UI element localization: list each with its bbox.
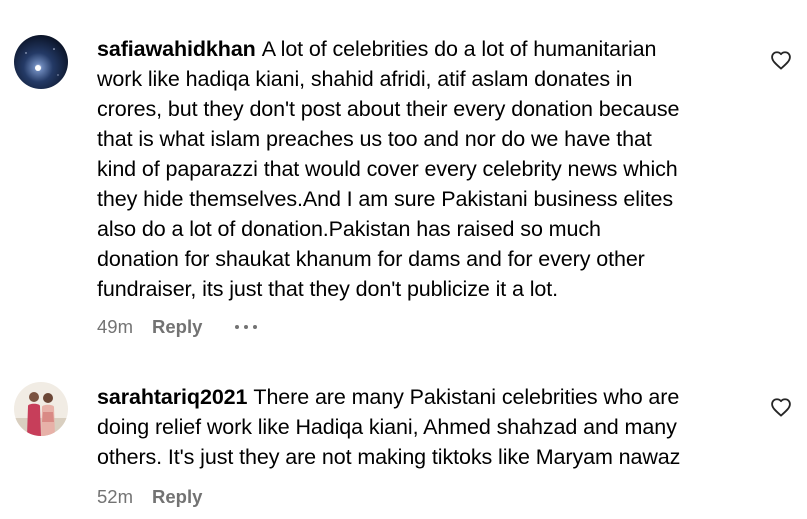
comment-text: safiawahidkhan A lot of celebrities do a …	[97, 34, 747, 304]
comment-text-line: doing relief work like Hadiqa kiani, Ahm…	[97, 415, 677, 439]
user-avatar[interactable]	[14, 382, 68, 436]
avatar-image	[14, 35, 68, 89]
user-avatar[interactable]	[14, 35, 68, 89]
comment-username[interactable]: sarahtariq2021	[97, 385, 248, 409]
heart-outline-icon[interactable]	[770, 50, 792, 70]
comment-timestamp: 52m	[97, 486, 133, 507]
comment-text-line: crores, but they don't post about their …	[97, 97, 680, 121]
comment-text-line: kind of paparazzi that would cover every…	[97, 157, 678, 181]
more-options-icon[interactable]	[235, 321, 258, 333]
comment-meta: 49m Reply	[97, 316, 258, 338]
comment-text: sarahtariq2021 There are many Pakistani c…	[97, 382, 747, 472]
comment-text-line: they hide themselves.And I am sure Pakis…	[97, 187, 673, 211]
comment-text-line: fundraiser, its just that they don't pub…	[97, 277, 559, 301]
comment-timestamp: 49m	[97, 316, 133, 337]
comment-text-line: also do a lot of donation.Pakistan has r…	[97, 217, 601, 241]
comment-text-line: others. It's just they are not making ti…	[97, 445, 681, 469]
comment-username[interactable]: safiawahidkhan	[97, 37, 256, 61]
comment-text-line: donation for shaukat khanum for dams and…	[97, 247, 645, 271]
comment-text-line: A lot of celebrities do a lot of humanit…	[261, 37, 657, 61]
comment-text-line: work like hadiqa kiani, shahid afridi, a…	[97, 67, 633, 91]
reply-button[interactable]: Reply	[152, 316, 202, 338]
reply-button[interactable]: Reply	[152, 486, 202, 508]
comment-meta: 52m Reply	[97, 486, 235, 508]
heart-outline-icon[interactable]	[770, 397, 792, 417]
comment-item: safiawahidkhan A lot of celebrities do a …	[0, 0, 807, 350]
comment-text-line: There are many Pakistani celebrities who…	[253, 385, 680, 409]
comment-text-line: that is what islam preaches us too and n…	[97, 127, 652, 151]
avatar-image	[14, 382, 68, 436]
comment-item: sarahtariq2021 There are many Pakistani c…	[0, 350, 807, 519]
